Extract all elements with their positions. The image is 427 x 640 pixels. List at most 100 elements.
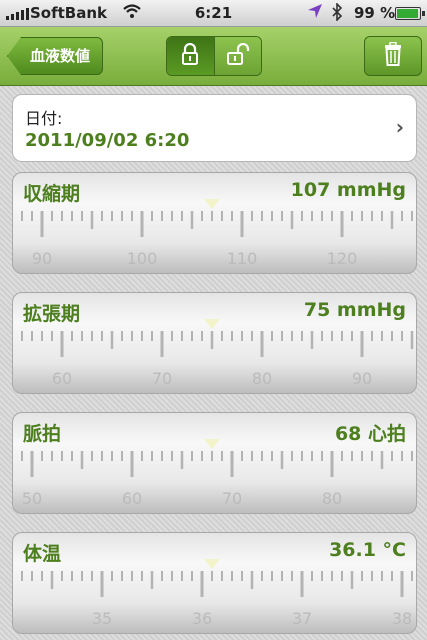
temperature-label: 体温 xyxy=(23,543,62,565)
ruler-tick-label: 80 xyxy=(321,489,343,508)
diastolic-ruler[interactable] xyxy=(13,331,416,367)
ruler-tick xyxy=(310,331,314,349)
ruler-tick xyxy=(281,571,283,581)
ruler-tick xyxy=(381,331,383,341)
ruler-tick-label: 100 xyxy=(126,249,158,268)
ruler-tick xyxy=(60,331,64,357)
ruler-tick xyxy=(111,451,113,461)
ruler-tick xyxy=(30,451,34,477)
ruler-tick xyxy=(81,331,83,341)
ruler-tick xyxy=(281,211,283,221)
delete-button[interactable] xyxy=(364,36,422,76)
systolic-ruler-panel[interactable]: 収縮期 107 mmHg 90 100 110 120 xyxy=(12,172,417,274)
triangle-marker-icon xyxy=(204,199,220,209)
systolic-ruler[interactable] xyxy=(13,211,416,247)
ruler-tick xyxy=(51,331,53,341)
ruler-tick xyxy=(151,451,153,461)
ruler-tick xyxy=(330,451,334,477)
temperature-ruler[interactable] xyxy=(13,571,416,607)
ruler-tick xyxy=(90,211,94,229)
ruler-tick xyxy=(181,331,183,341)
ruler-tick xyxy=(51,451,53,461)
ruler-tick xyxy=(411,451,413,461)
bluetooth-icon xyxy=(331,2,343,25)
ruler-tick xyxy=(281,331,283,341)
ruler-tick xyxy=(341,331,343,341)
ruler-tick xyxy=(241,331,243,341)
ruler-tick xyxy=(171,331,173,341)
temperature-ruler-panel[interactable]: 体温 36.1 °C 35 36 37 38 xyxy=(12,532,417,634)
ruler-tick xyxy=(51,211,53,221)
chevron-right-icon: › xyxy=(395,115,404,139)
ruler-tick xyxy=(351,451,353,461)
ruler-tick xyxy=(151,211,153,221)
ruler-tick xyxy=(331,571,333,581)
ruler-tick xyxy=(131,331,133,341)
ruler-tick xyxy=(361,211,363,221)
ruler-tick xyxy=(21,331,23,341)
ruler-tick xyxy=(221,331,223,341)
back-button[interactable]: 血液数値 xyxy=(7,37,104,75)
triangle-marker-icon xyxy=(204,439,220,449)
ruler-tick xyxy=(201,331,203,341)
ruler-tick xyxy=(221,211,223,221)
pulse-ruler[interactable] xyxy=(13,451,416,487)
triangle-marker-icon xyxy=(204,319,220,329)
ruler-tick xyxy=(141,451,143,461)
ruler-tick xyxy=(81,571,83,581)
trash-icon xyxy=(383,41,403,70)
ruler-tick xyxy=(380,451,384,469)
ruler-tick xyxy=(230,451,234,477)
ruler-tick xyxy=(350,571,354,589)
pulse-label: 脈拍 xyxy=(23,423,62,445)
unlock-button[interactable] xyxy=(213,37,261,75)
ruler-tick xyxy=(81,211,83,221)
ruler-tick xyxy=(400,571,404,597)
ruler-tick xyxy=(141,331,143,341)
ruler-tick xyxy=(401,211,403,221)
navigation-bar: 血液数値 xyxy=(0,27,427,86)
lock-open-icon xyxy=(226,42,250,69)
ruler-tick xyxy=(150,571,154,589)
diastolic-ruler-panel[interactable]: 拡張期 75 mmHg 60 70 80 90 xyxy=(12,292,417,394)
ruler-tick xyxy=(201,451,203,461)
ruler-tick-label: 70 xyxy=(151,369,173,388)
triangle-marker-icon xyxy=(204,559,220,569)
ruler-tick xyxy=(231,211,233,221)
ruler-tick xyxy=(291,331,293,341)
ruler-tick xyxy=(331,211,333,221)
ruler-tick xyxy=(111,571,113,581)
ruler-tick xyxy=(161,211,163,221)
ruler-tick-label: 37 xyxy=(291,609,313,628)
ruler-tick xyxy=(401,451,403,461)
ruler-tick xyxy=(40,211,44,237)
ruler-tick xyxy=(261,211,263,221)
ruler-tick xyxy=(371,571,373,581)
temperature-value: 36.1 °C xyxy=(329,539,406,561)
ruler-tick xyxy=(31,571,33,581)
pulse-ruler-panel[interactable]: 脈拍 68 心拍 50 60 70 80 xyxy=(12,412,417,514)
content-area: 日付: 2011/09/02 6:20 › 収縮期 107 mmHg 90 100 11… xyxy=(0,86,427,640)
ruler-tick xyxy=(190,211,194,229)
ruler-tick xyxy=(211,211,213,221)
diastolic-label: 拡張期 xyxy=(23,303,81,325)
ruler-tick xyxy=(300,571,304,597)
ruler-tick xyxy=(251,211,253,221)
date-row[interactable]: 日付: 2011/09/02 6:20 › xyxy=(12,94,417,162)
ruler-tick xyxy=(180,451,184,469)
ruler-tick xyxy=(221,571,223,581)
ruler-tick xyxy=(291,571,293,581)
ruler-tick xyxy=(410,331,414,349)
ruler-tick xyxy=(321,451,323,461)
ruler-tick xyxy=(241,451,243,461)
ruler-tick xyxy=(141,571,143,581)
lock-button[interactable] xyxy=(167,37,214,75)
ruler-tick xyxy=(100,571,104,597)
ruler-tick xyxy=(271,211,273,221)
ruler-tick xyxy=(191,331,193,341)
ruler-tick xyxy=(371,451,373,461)
diastolic-value: 75 mmHg xyxy=(303,299,406,321)
ruler-tick xyxy=(110,331,114,349)
battery-percent: 99 % xyxy=(354,4,396,22)
ruler-tick xyxy=(161,571,163,581)
